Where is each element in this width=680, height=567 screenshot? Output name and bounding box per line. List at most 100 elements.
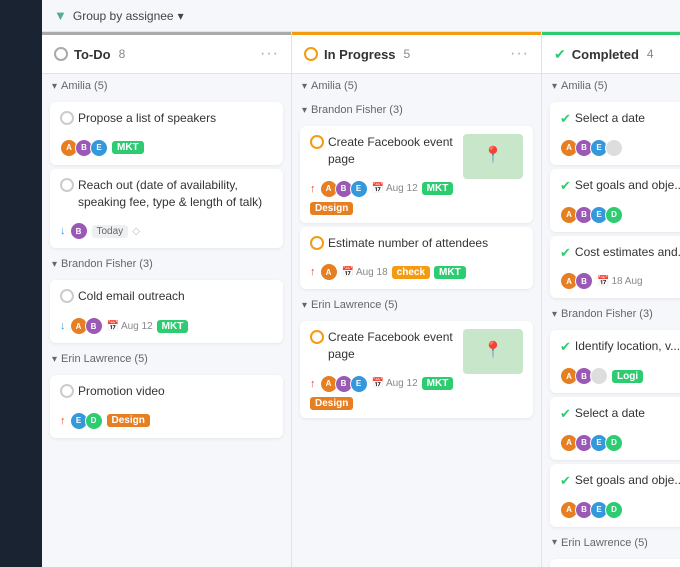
task-done-icon: ✔ [560,339,571,355]
chevron-icon: ▾ [552,309,557,320]
group-label[interactable]: ▾ Brandon Fisher (3) [42,252,291,276]
task-card-with-map: Create Facebook event page ↑ ABE 📅Aug 12… [310,134,523,215]
diamond-icon: ◇ [132,226,140,237]
avatar-group: ABED [560,206,623,224]
task-header-row: Propose a list of speakers [60,110,273,133]
column-count-inprogress: 5 [404,47,411,61]
task-meta: AB 📅18 Aug [560,272,680,290]
chevron-icon: ▾ [52,259,57,270]
task-card[interactable]: Estimate number of attendees ↑ A 📅Aug 18… [300,227,533,290]
group-label[interactable]: ▾ Erin Lawrence (5) [42,347,291,371]
chevron-icon: ▾ [52,81,57,92]
task-meta: ABED [560,434,680,452]
group-label[interactable]: ▾ Erin Lawrence (5) [542,531,680,555]
priority-down-icon: ↓ [60,225,66,237]
avatar: D [85,412,103,430]
group-label[interactable]: ▾ Brandon Fisher (3) [542,302,680,326]
column-menu-todo[interactable]: ··· [260,45,279,63]
task-card[interactable]: ✔ Cost estimates and... AB 📅18 Aug [550,236,680,299]
task-status-circle [310,330,324,344]
task-title: Select a date [575,405,645,422]
column-header-inprogress: In Progress 5 ··· [292,32,541,74]
group-label[interactable]: ▾ Amilia (5) [292,74,541,98]
task-header-row: ✔ Select a date [560,110,680,133]
avatar: E [350,180,368,198]
task-header-row: ✔ Identify location, v... vendors [560,338,680,361]
group-label[interactable]: ▾ Amilia (5) [42,74,291,98]
calendar-icon: 📅 [597,276,609,287]
calendar-icon: 📅 [342,267,354,278]
task-card[interactable]: ✔ Identify location, v... vendors AB Log… [550,330,680,393]
task-header-row: Estimate number of attendees [310,235,523,258]
task-done-icon: ✔ [560,473,571,489]
group-by-button[interactable]: Group by assignee ▾ [73,9,184,23]
task-title: Set goals and obje... [575,472,680,489]
task-card[interactable]: ✔ Set goals and obje... ABED [550,169,680,232]
tag: MKT [422,182,454,195]
avatar [605,139,623,157]
priority-up-icon: ↑ [310,378,316,390]
task-header-row: ✔ Set goals and obje... [560,177,680,200]
task-done-icon: ✔ [560,178,571,194]
task-meta: AB Logi [560,367,680,385]
task-header-row: Promotion video [60,383,273,406]
task-title: Create Facebook event page [328,329,457,363]
task-header-row: Create Facebook event page [310,134,457,174]
task-header-row: ✔ Cost estimates and... [560,244,680,267]
date-badge: 📅18 Aug [597,276,643,287]
task-title: Estimate number of attendees [328,235,488,252]
task-meta: ABED [560,501,680,519]
task-card[interactable]: Promotion video ↑ ED Design [50,375,283,438]
task-title: Cold email outreach [78,288,185,305]
chevron-icon: ▾ [552,81,557,92]
task-card[interactable]: Create Facebook event page ↑ ABE 📅Aug 12… [300,321,533,418]
group-label[interactable]: ▾ Amilia (5) [542,74,680,98]
avatar-group: ED [70,412,103,430]
tag: MKT [112,141,144,154]
sidebar [0,0,42,567]
avatar: D [605,434,623,452]
task-card[interactable]: ✔ Select a date ABE [550,102,680,165]
map-thumbnail: 📍 [463,329,523,374]
column-menu-inprogress[interactable]: ··· [510,45,529,63]
task-card[interactable]: Reach out (date of availability, speakin… [50,169,283,249]
tag: check [392,266,430,279]
task-header-row: Reach out (date of availability, speakin… [60,177,273,217]
avatar: E [90,139,108,157]
task-header-row: Create Facebook event page [310,329,457,369]
task-card[interactable]: ✔ Set goals and obje... ABED [550,464,680,527]
task-status-circle [310,236,324,250]
task-meta: ↓ AB 📅Aug 12 MKT [60,317,273,335]
task-title: Reach out (date of availability, speakin… [78,177,273,211]
column-count-todo: 8 [119,47,126,61]
task-card[interactable]: Propose a list of speakers ABE MKT [50,102,283,165]
calendar-icon: 📅 [372,378,384,389]
today-badge: Today [92,225,129,238]
date-badge: 📅Aug 12 [372,378,418,389]
chevron-icon: ▾ [52,354,57,365]
task-card-with-map: Create Facebook event page ↑ ABE 📅Aug 12… [310,329,523,410]
column-header-todo: To-Do 8 ··· [42,32,291,74]
task-card[interactable]: ✔ Select a date ABED [550,397,680,460]
task-card[interactable]: Cold email outreach ↓ AB 📅Aug 12 MKT [50,280,283,343]
avatar: D [605,206,623,224]
tag: MKT [422,377,454,390]
todo-icon [54,47,68,61]
task-header-row: ✔ Select a date [560,405,680,428]
group-section: ▾ Erin Lawrence (5) Create Facebook even… [292,293,541,418]
tag: Design [310,397,353,410]
task-title: Cost estimates and... [575,244,680,261]
chevron-down-icon: ▾ [178,9,184,23]
task-title: Set goals and obje... [575,177,680,194]
task-header-row: Cold email outreach [60,288,273,311]
group-label[interactable]: ▾ Erin Lawrence (5) [292,293,541,317]
task-card[interactable]: Create Facebook event page ↑ ABE 📅Aug 12… [300,126,533,223]
task-card[interactable]: ✔ Select a date ABED [550,559,680,567]
column-body-inprogress: ▾ Amilia (5)▾ Brandon Fisher (3) Create … [292,74,541,567]
group-label[interactable]: ▾ Brandon Fisher (3) [292,98,541,122]
task-meta: ABE [560,139,680,157]
group-by-label: Group by assignee [73,9,174,23]
task-meta: ABED [560,206,680,224]
task-done-icon: ✔ [560,245,571,261]
map-pin-icon: 📍 [483,145,503,165]
